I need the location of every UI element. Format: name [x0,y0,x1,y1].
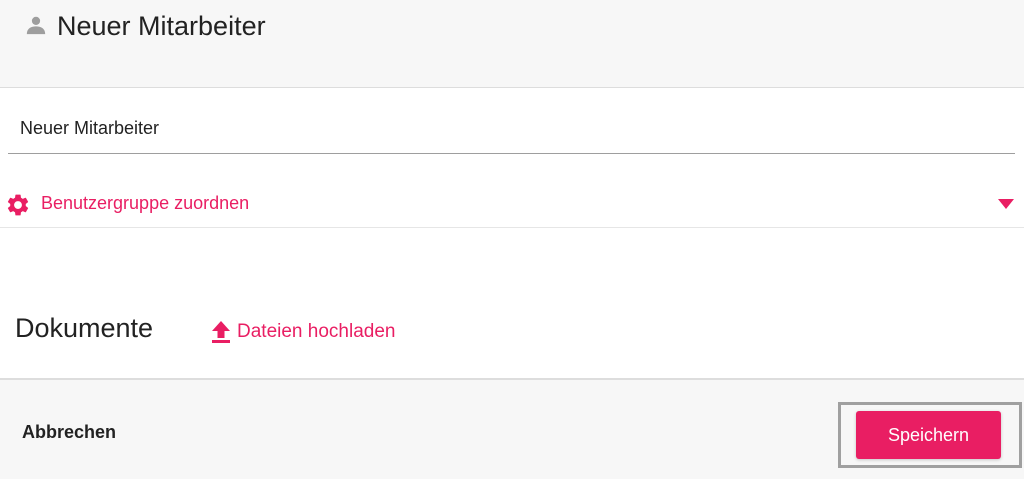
assign-user-group-label: Benutzergruppe zuordnen [41,193,250,213]
person-icon [26,16,46,35]
gear-icon [7,194,29,216]
upload-files-label: Dateien hochladen [237,321,396,342]
page-title: Neuer Mitarbeiter [57,11,266,41]
caret-down-icon[interactable] [998,199,1014,209]
documents-heading: Dokumente [15,313,154,343]
employee-name-field[interactable] [8,110,1015,154]
upload-icon [212,321,230,343]
page-header: Neuer Mitarbeiter [0,0,1024,88]
save-button[interactable]: Speichern [856,411,1001,459]
employee-name-input[interactable] [20,118,1000,139]
cancel-button[interactable]: Abbrechen [22,422,116,443]
assign-user-group-toggle[interactable]: Benutzergruppe zuordnen [0,180,1024,228]
